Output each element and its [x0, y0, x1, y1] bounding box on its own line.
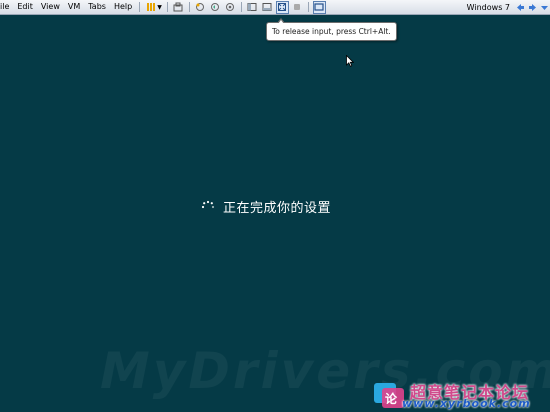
console-view-icon[interactable] — [312, 0, 326, 14]
vmware-toolbar: ile Edit View VM Tabs Help ▼ Windows 7 — [0, 0, 550, 15]
revert-snapshot-icon[interactable] — [210, 2, 221, 13]
forum-logo-url: www.xyrbook.com — [402, 397, 531, 410]
manage-snapshots-icon[interactable] — [225, 2, 236, 13]
menu-help[interactable]: Help — [110, 0, 136, 14]
menu-arrow-icon[interactable] — [539, 2, 549, 12]
library-icon[interactable] — [145, 2, 156, 13]
menu-vm[interactable]: VM — [64, 0, 84, 14]
full-screen-icon[interactable] — [275, 0, 289, 14]
snapshot-icon[interactable] — [195, 2, 206, 13]
toolbar-separator — [166, 2, 168, 12]
snapshot-manager-icon[interactable] — [173, 2, 184, 13]
mouse-cursor-icon — [346, 55, 354, 67]
back-arrow-icon[interactable] — [515, 2, 525, 12]
setup-status-text: 正在完成你的设置 — [223, 201, 332, 216]
release-input-tooltip: To release input, press Ctrl+Alt. — [266, 18, 397, 41]
toolbar-separator — [139, 2, 141, 12]
menu-bar: ile Edit View VM Tabs Help — [0, 0, 136, 14]
menu-edit[interactable]: Edit — [13, 0, 37, 14]
loading-spinner-icon — [201, 200, 215, 208]
forum-logo-icon: 论 — [374, 383, 404, 408]
menu-tabs[interactable]: Tabs — [84, 0, 110, 14]
quick-switch-icon[interactable] — [262, 2, 273, 13]
svg-text:论: 论 — [385, 391, 398, 406]
forward-arrow-icon[interactable] — [527, 2, 537, 12]
setup-status: 正在完成你的设置 — [200, 197, 331, 216]
toolbar-separator — [188, 2, 190, 12]
normal-view-icon[interactable] — [247, 2, 258, 13]
menu-file[interactable]: ile — [0, 0, 13, 14]
library-dropdown-arrow[interactable]: ▼ — [157, 4, 162, 11]
unity-icon[interactable] — [292, 2, 303, 13]
menu-view[interactable]: View — [37, 0, 64, 14]
vm-name-label: Windows 7 — [466, 2, 510, 12]
toolbar-separator — [240, 2, 242, 12]
toolbar-separator — [307, 2, 309, 12]
forum-logo-watermark: 论 超意笔记本论坛 www.xyrbook.com — [372, 378, 550, 412]
